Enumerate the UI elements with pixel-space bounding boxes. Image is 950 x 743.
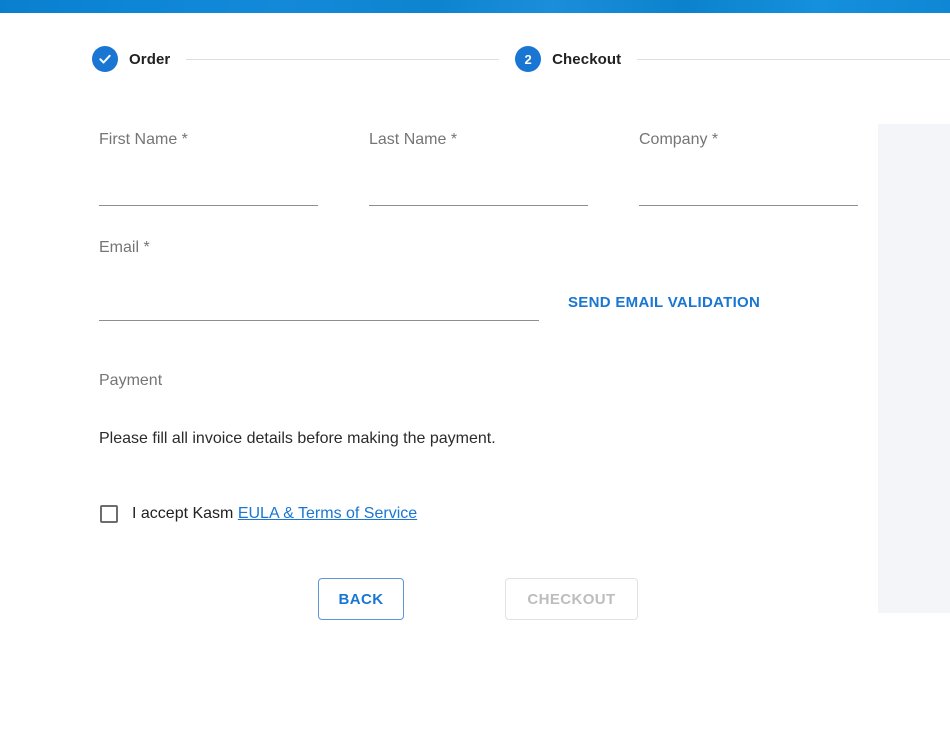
last-name-field: Last Name *: [369, 130, 588, 206]
stepper-step-order[interactable]: Order: [92, 46, 170, 72]
eula-checkbox-row: I accept Kasm EULA & Terms of Service: [99, 505, 859, 523]
check-icon: [98, 52, 112, 66]
step-order-label: Order: [129, 51, 170, 68]
stepper-connector: [186, 59, 499, 60]
email-field: Email *: [99, 238, 539, 321]
step-completed-circle: [92, 46, 118, 72]
top-app-bar: [0, 0, 950, 13]
step-checkout-label: Checkout: [552, 51, 621, 68]
stepper-connector: [637, 59, 950, 60]
payment-section-heading: Payment: [99, 371, 859, 390]
eula-checkbox[interactable]: [100, 505, 118, 523]
checkout-form: First Name * Last Name * Company * Email…: [99, 130, 859, 620]
invoice-name-row: First Name * Last Name * Company *: [99, 130, 859, 206]
eula-terms-link[interactable]: EULA & Terms of Service: [238, 505, 417, 522]
step-number-circle: 2: [515, 46, 541, 72]
payment-note: Please fill all invoice details before m…: [99, 429, 859, 448]
company-input[interactable]: [639, 149, 858, 206]
first-name-label: First Name *: [99, 130, 318, 149]
email-label: Email *: [99, 238, 539, 257]
checkout-button[interactable]: CHECKOUT: [505, 578, 638, 620]
email-input[interactable]: [99, 257, 539, 321]
checkout-stepper: Order 2 Checkout: [92, 46, 950, 72]
back-button[interactable]: BACK: [318, 578, 404, 620]
last-name-label: Last Name *: [369, 130, 588, 149]
eula-label: I accept Kasm EULA & Terms of Service: [132, 505, 417, 523]
email-row: Email * SEND EMAIL VALIDATION: [99, 238, 859, 321]
order-summary-panel: [878, 124, 950, 613]
form-actions: BACK CHECKOUT: [99, 578, 859, 620]
send-email-validation-button[interactable]: SEND EMAIL VALIDATION: [568, 294, 760, 311]
company-label: Company *: [639, 130, 858, 149]
eula-label-prefix: I accept Kasm: [132, 505, 238, 522]
first-name-input[interactable]: [99, 149, 318, 206]
first-name-field: First Name *: [99, 130, 318, 206]
last-name-input[interactable]: [369, 149, 588, 206]
stepper-step-checkout[interactable]: 2 Checkout: [515, 46, 621, 72]
company-field: Company *: [639, 130, 858, 206]
